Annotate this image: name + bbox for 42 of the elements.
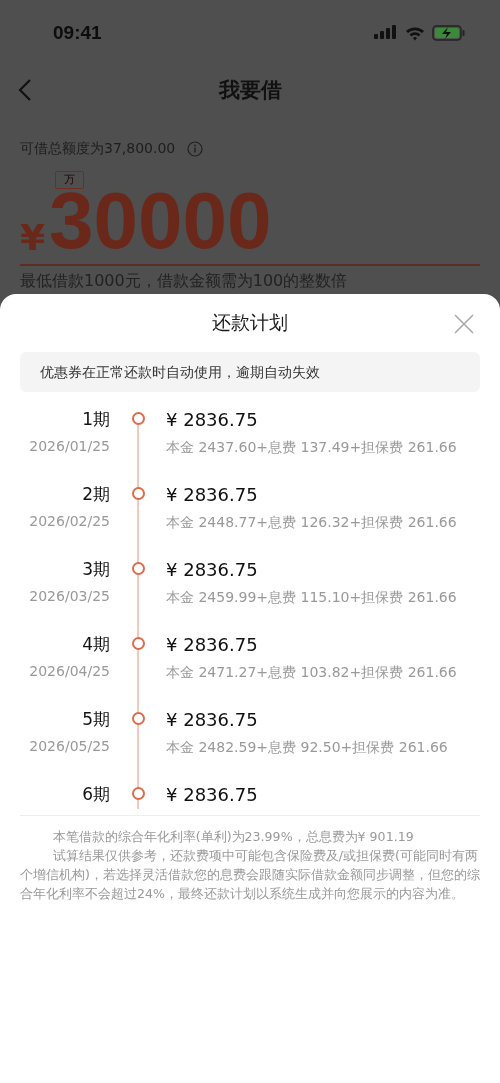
due-date: 2026/05/25 <box>29 737 110 756</box>
period-label: 4期 <box>82 634 110 654</box>
timeline-dot-icon <box>131 787 145 800</box>
page-title: 我要借 <box>218 77 282 104</box>
period-label: 3期 <box>82 559 110 579</box>
amount-breakdown: 本金 2471.27+息费 103.82+担保费 261.66 <box>166 663 457 682</box>
installment-amount: ¥ 2836.75 <box>166 784 258 806</box>
due-date: 2026/01/25 <box>29 437 110 456</box>
timeline-dot-icon <box>131 487 145 500</box>
timeline-dot-icon <box>131 412 145 425</box>
installment-amount: ¥ 2836.75 <box>166 559 259 581</box>
back-icon[interactable] <box>18 78 32 102</box>
amount-breakdown: 本金 2482.59+息费 92.50+担保费 261.66 <box>166 738 448 757</box>
installment-amount: ¥ 2836.75 <box>166 634 259 656</box>
notice-banner: 优惠券在正常还款时自动使用，逾期自动失效 <box>20 352 480 392</box>
amount-breakdown: 本金 2459.99+息费 115.10+担保费 261.66 <box>166 588 457 607</box>
period-label: 2期 <box>82 484 110 504</box>
info-icon[interactable] <box>187 141 204 157</box>
due-date: 2026/04/25 <box>29 662 110 681</box>
amount-breakdown: 本金 2437.60+息费 137.49+担保费 261.66 <box>166 438 457 457</box>
close-icon[interactable] <box>454 314 474 334</box>
status-time: 09:41 <box>53 22 102 44</box>
period-label: 6期 <box>82 784 110 804</box>
period-label: 1期 <box>82 409 110 429</box>
battery-charging-icon <box>432 25 466 41</box>
installment-amount: ¥ 2836.75 <box>166 709 259 731</box>
timeline-dot-icon <box>131 562 145 575</box>
period-label: 5期 <box>82 709 110 729</box>
currency-symbol: ¥ <box>20 218 46 258</box>
signal-icon <box>374 25 398 41</box>
due-date: 2026/02/25 <box>29 512 110 531</box>
installment-amount: ¥ 2836.75 <box>166 409 259 431</box>
timeline-dot-icon <box>131 637 145 650</box>
summary-paragraph: 本笔借款的综合年化利率(单利)为23.99%，总息费为¥ 901.19 <box>51 828 415 846</box>
unit-tag: 万 <box>55 171 84 189</box>
sheet-title: 还款计划 <box>212 310 288 335</box>
due-date: 2026/03/25 <box>29 587 110 606</box>
installment-amount: ¥ 2836.75 <box>166 484 259 506</box>
timeline-dot-icon <box>131 712 145 725</box>
amount-breakdown: 本金 2448.77+息费 126.32+担保费 261.66 <box>166 513 457 532</box>
summary-paragraph: 试算结果仅供参考，还款费项中可能包含保险费及/或担保费(可能同时有两个增信机构)，若选择灵活借款您的息费会跟随实际借款金额同步调整，但您的综合年化利率不会超过24%，最终还款计划以系统生成并向您展示的内容为准。 <box>20 847 480 903</box>
wifi-icon <box>405 25 425 41</box>
